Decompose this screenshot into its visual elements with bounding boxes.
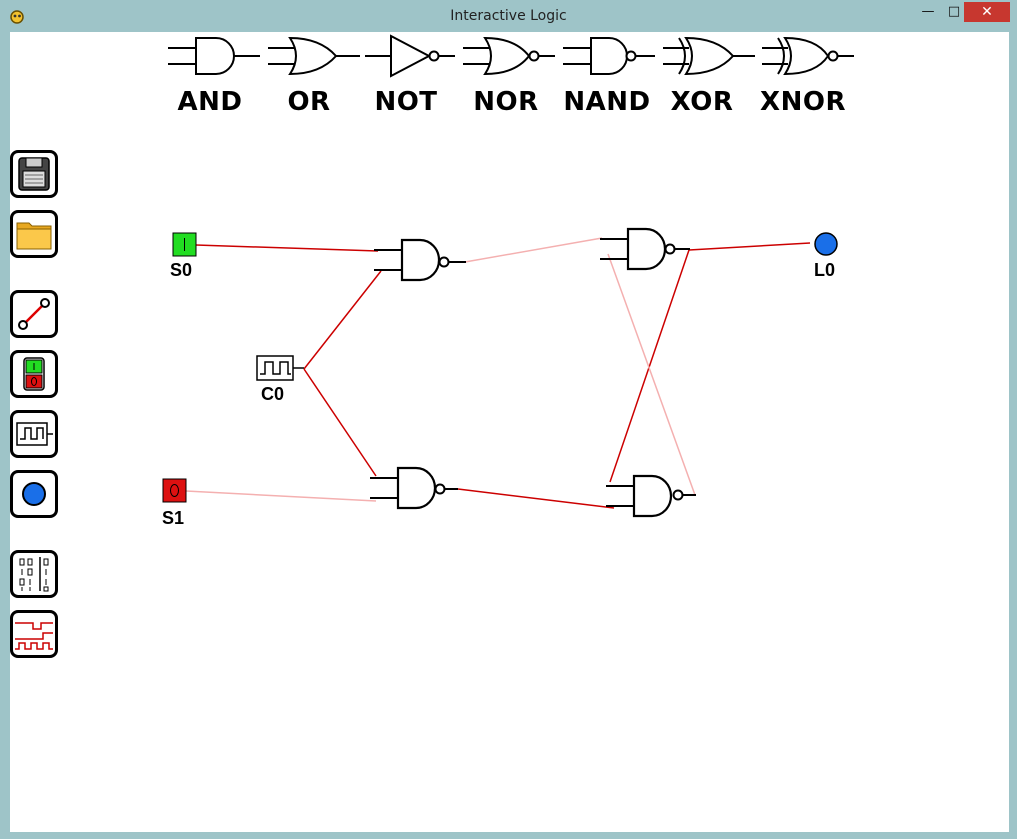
- nand-gate-3[interactable]: [600, 225, 700, 277]
- wire-nand3-lamp: [688, 242, 811, 251]
- switch-s0-label: S0: [170, 260, 193, 280]
- lamp-l0[interactable]: [813, 231, 839, 257]
- app-window: Interactive Logic — □ ✕ AND OR NOT NOR N…: [0, 0, 1017, 839]
- wire-s1-nand2: [185, 490, 377, 502]
- wire-c0-nand1: [303, 270, 382, 370]
- circuit-canvas[interactable]: AND OR NOT NOR NAND XOR XNOR S0 S1 C0 L0: [10, 32, 1009, 832]
- wire-c0-nand2: [303, 368, 377, 477]
- wire-nand2-nand4: [457, 488, 615, 509]
- nand-gate-4[interactable]: [606, 472, 706, 524]
- wire-nand4-feedback: [607, 253, 696, 496]
- switch-s1-label: S1: [162, 508, 185, 528]
- nand-gate-1[interactable]: [374, 236, 474, 288]
- circuit-wires: [185, 237, 811, 509]
- wire-s0-nand1: [195, 244, 379, 252]
- window-title: Interactive Logic: [450, 8, 567, 24]
- close-button[interactable]: ✕: [964, 2, 1010, 22]
- nand-gate-2[interactable]: [370, 464, 470, 516]
- title-bar[interactable]: Interactive Logic — □ ✕: [0, 0, 1017, 32]
- switch-s1[interactable]: [162, 478, 188, 504]
- minimize-button[interactable]: —: [918, 2, 938, 22]
- clock-c0-label: C0: [261, 384, 285, 404]
- clock-c0[interactable]: [256, 355, 306, 383]
- lamp-l0-label: L0: [814, 260, 836, 280]
- maximize-button[interactable]: □: [944, 2, 964, 22]
- wire-nand1-nand3: [464, 237, 603, 263]
- switch-s0[interactable]: [172, 232, 198, 258]
